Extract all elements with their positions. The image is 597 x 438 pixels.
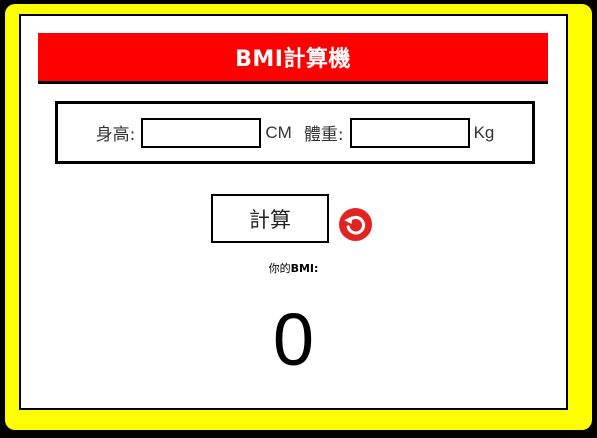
result-label: 你的BMI:	[21, 260, 566, 276]
input-panel: 身高: CM 體重: Kg	[55, 101, 535, 164]
bmi-calculator-card: BMI計算機 身高: CM 體重: Kg 計算 你的BMI: 0	[19, 14, 568, 410]
height-unit: CM	[265, 122, 292, 142]
app-title: BMI計算機	[235, 47, 351, 72]
result-label-bmi: BMI:	[290, 262, 319, 275]
screen-background: BMI計算機 身高: CM 體重: Kg 計算 你的BMI: 0	[0, 0, 597, 438]
bmi-result-value: 0	[272, 298, 315, 381]
result-label-prefix: 你的	[268, 262, 291, 275]
weight-unit: Kg	[473, 122, 495, 142]
reset-icon[interactable]	[338, 207, 373, 242]
height-label: 身高:	[95, 125, 136, 145]
weight-input[interactable]	[349, 117, 470, 148]
calculate-button[interactable]: 計算	[211, 194, 329, 243]
title-bar: BMI計算機	[38, 33, 548, 84]
height-input[interactable]	[141, 117, 262, 148]
weight-label: 體重:	[303, 125, 344, 145]
